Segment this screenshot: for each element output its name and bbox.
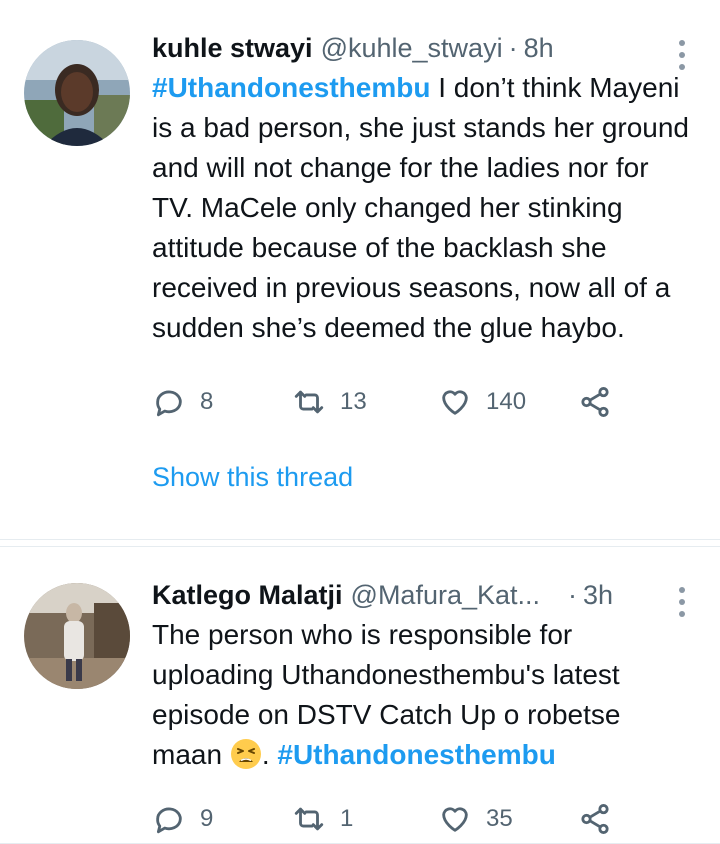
share-button[interactable]: [578, 385, 626, 419]
reply-button[interactable]: 8: [152, 385, 292, 419]
separator: ·: [508, 33, 518, 63]
tweet-text: The person who is responsible for upload…: [152, 615, 692, 775]
tweet-header: Katlego Malatji @Mafura_Kat... · 3h: [152, 577, 700, 613]
timestamp[interactable]: 3h: [583, 577, 613, 613]
hashtag-link[interactable]: #Uthandonesthembu: [277, 739, 555, 770]
retweet-icon: [294, 807, 324, 831]
tired-face-emoji: [230, 739, 261, 769]
separator: ·: [568, 580, 578, 610]
retweet-icon: [294, 390, 324, 414]
tweet-body-after-emoji: .: [261, 739, 278, 770]
retweet-button[interactable]: 1: [292, 802, 438, 836]
share-icon: [581, 803, 609, 835]
timestamp[interactable]: 8h: [524, 30, 554, 66]
hashtag-link[interactable]: #Uthandonesthembu: [152, 72, 430, 103]
user-handle[interactable]: @Mafura_Kat...: [351, 577, 541, 613]
share-button[interactable]: [578, 802, 626, 836]
avatar-image: [24, 40, 130, 146]
reply-count: 9: [200, 805, 214, 832]
retweet-count: 13: [340, 388, 367, 415]
action-bar: 8 13 140: [152, 382, 700, 422]
action-bar: 9 1 35: [152, 799, 700, 839]
tweet[interactable]: kuhle stwayi @kuhle_stwayi · 8h #Uthando…: [0, 0, 720, 540]
retweet-button[interactable]: 13: [292, 385, 438, 419]
avatar[interactable]: [24, 40, 130, 146]
more-vertical-icon[interactable]: [678, 40, 686, 70]
tweet-header: kuhle stwayi @kuhle_stwayi · 8h: [152, 30, 700, 66]
display-name[interactable]: kuhle stwayi: [152, 30, 313, 66]
user-handle[interactable]: @kuhle_stwayi: [321, 30, 503, 66]
reply-count: 8: [200, 388, 214, 415]
reply-button[interactable]: 9: [152, 802, 292, 836]
display-name[interactable]: Katlego Malatji: [152, 577, 343, 613]
retweet-count: 1: [340, 805, 354, 832]
like-count: 35: [486, 805, 513, 832]
tweet-body: I don’t think Mayeni is a bad person, sh…: [152, 72, 690, 343]
reply-icon: [156, 807, 182, 834]
like-button[interactable]: 140: [438, 385, 578, 419]
show-thread-link[interactable]: Show this thread: [152, 462, 700, 493]
heart-icon: [442, 390, 468, 415]
tweet[interactable]: Katlego Malatji @Mafura_Kat... · 3h The …: [0, 546, 720, 844]
tweet-text: #Uthandonesthembu I don’t think Mayeni i…: [152, 68, 692, 348]
like-count: 140: [486, 388, 527, 415]
more-vertical-icon[interactable]: [678, 587, 686, 617]
avatar-image: [24, 583, 130, 689]
like-button[interactable]: 35: [438, 802, 578, 836]
avatar[interactable]: [24, 583, 130, 689]
heart-icon: [442, 807, 468, 832]
reply-icon: [156, 390, 182, 417]
share-icon: [581, 386, 609, 418]
